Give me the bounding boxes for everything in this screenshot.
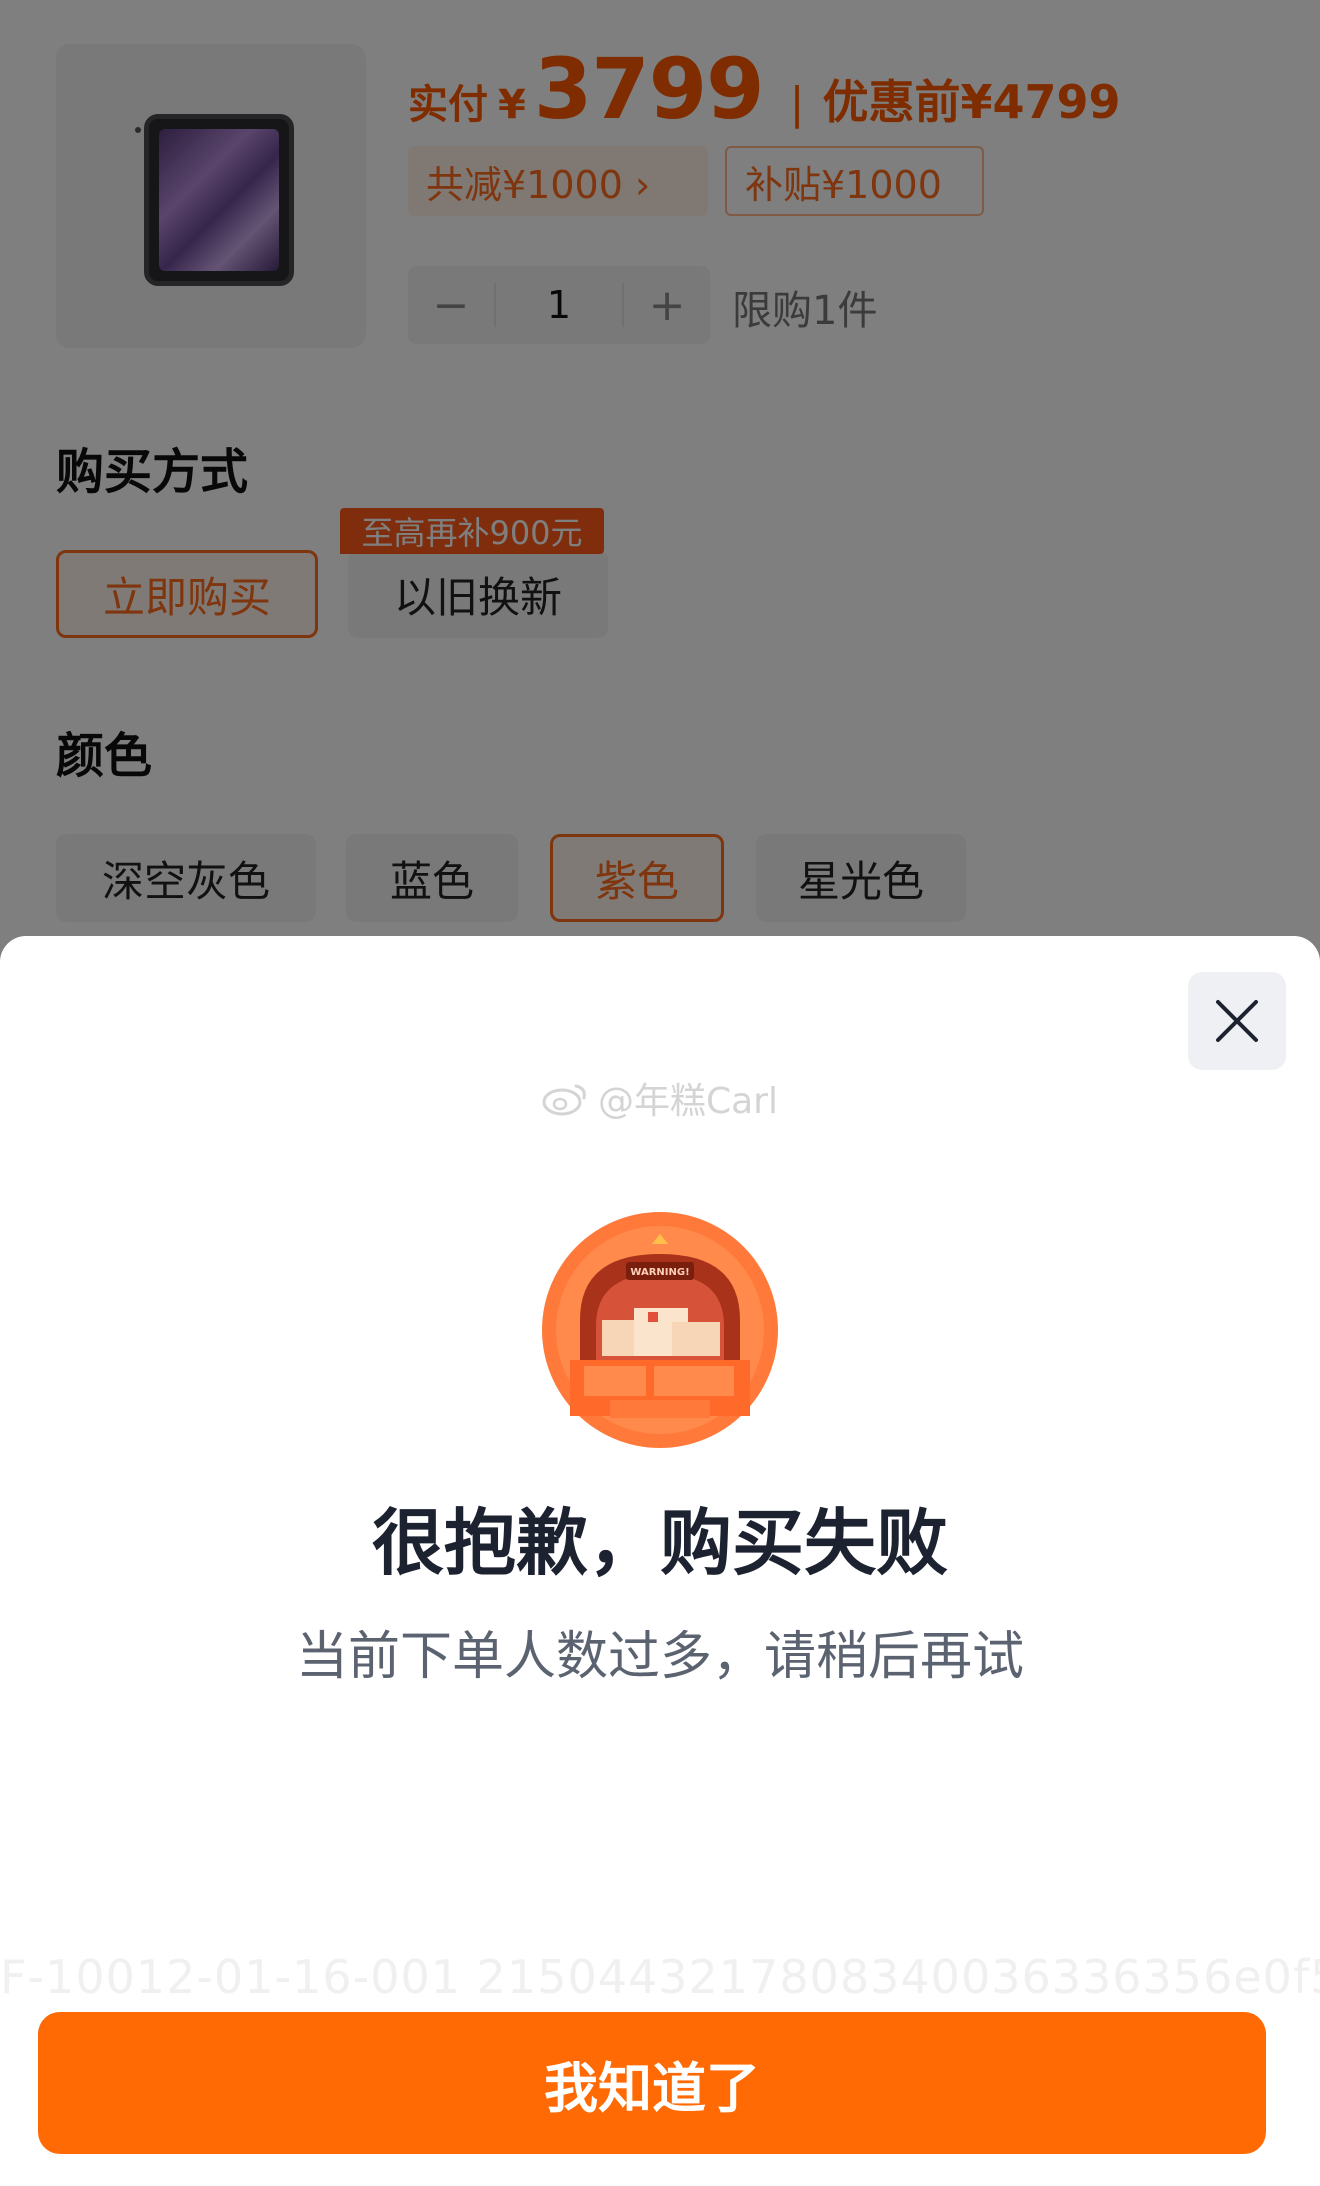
watermark-text: @年糕Carl — [597, 1081, 778, 1122]
illustration-warning-label: WARNING! — [630, 1267, 689, 1278]
watermark: @年糕Carl — [0, 1072, 1320, 1124]
trace-id: F-10012-01-16-001 2150443217808340036336… — [0, 1950, 1320, 2004]
warning-illustration: WARNING! — [542, 1212, 778, 1448]
acknowledge-button[interactable]: 我知道了 — [38, 2012, 1266, 2154]
purchase-failed-sheet: @年糕Carl WARNING! 很抱歉，购买失败 当前下单人数过多，请稍后再试… — [0, 936, 1320, 2186]
failure-message: 当前下单人数过多，请稍后再试 — [295, 1627, 1024, 1687]
weibo-icon — [542, 1084, 586, 1116]
failure-headline: 很抱歉，购买失败 — [371, 1501, 948, 1585]
close-icon — [1216, 1000, 1258, 1042]
close-button[interactable] — [1188, 972, 1286, 1070]
